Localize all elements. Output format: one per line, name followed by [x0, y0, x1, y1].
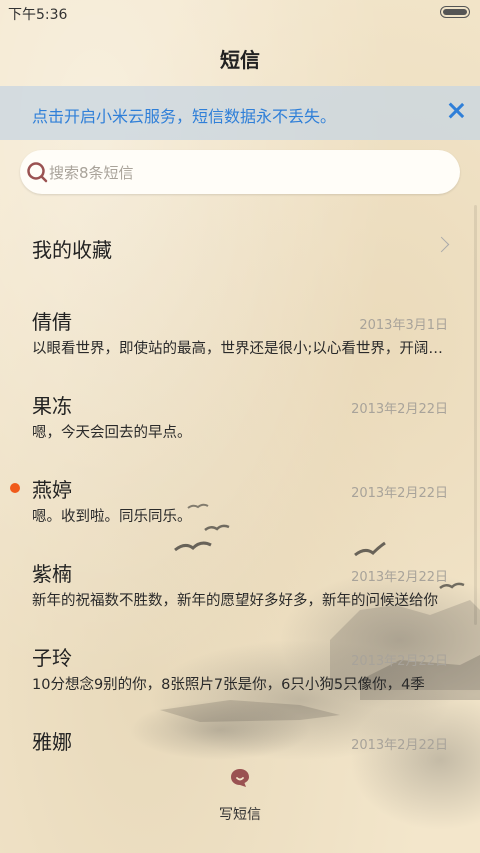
close-icon[interactable] [448, 102, 464, 118]
chevron-right-icon [433, 236, 450, 253]
conversation-item[interactable]: 果冻 2013年2月22日 嗯，今天会回去的早点。 [0, 384, 480, 468]
cloud-service-banner[interactable]: 点击开启小米云服务，短信数据永不丢失。 [0, 86, 480, 140]
message-preview: 新年的祝福数不胜数，新年的愿望好多好多，新年的问候送给你 [32, 593, 438, 609]
message-preview: 嗯，今天会回去的早点。 [32, 425, 192, 441]
banner-text[interactable]: 点击开启小米云服务，短信数据永不丢失。 [32, 103, 336, 127]
message-preview: 嗯。收到啦。同乐同乐。 [32, 509, 192, 525]
battery-icon [440, 6, 470, 18]
contact-name: 燕婷 [32, 478, 72, 502]
compose-message-icon [231, 769, 249, 787]
message-date: 2013年2月22日 [351, 654, 448, 669]
status-time: 下午5:36 [8, 7, 68, 23]
contact-name: 紫楠 [32, 562, 72, 586]
contact-name: 果冻 [32, 394, 72, 418]
search-placeholder: 搜索8条短信 [49, 164, 134, 182]
message-preview: 10分想念9别的你，8张照片7张是你，6只小狗5只像你，4季 [32, 677, 425, 693]
conversation-item[interactable]: 燕婷 2013年2月22日 嗯。收到啦。同乐同乐。 [0, 468, 480, 552]
message-preview: 以眼看世界，即使站的最高，世界还是很小;以心看世界，开阔心胸 [32, 341, 448, 357]
page-title: 短信 [220, 48, 260, 72]
message-date: 2013年2月22日 [351, 402, 448, 417]
contact-name: 倩倩 [32, 310, 72, 334]
search-icon [27, 162, 48, 183]
contact-name: 子玲 [32, 646, 72, 670]
favorites-label: 我的收藏 [32, 238, 112, 262]
conversation-item[interactable]: 紫楠 2013年2月22日 新年的祝福数不胜数，新年的愿望好多好多，新年的问候送… [0, 552, 480, 636]
contact-name: 雅娜 [32, 730, 72, 754]
conversation-item[interactable]: 倩倩 2013年3月1日 以眼看世界，即使站的最高，世界还是很小;以心看世界，开… [0, 300, 480, 384]
message-date: 2013年2月22日 [351, 486, 448, 501]
message-date: 2013年3月1日 [359, 318, 448, 333]
compose-button[interactable]: 写短信 [200, 766, 280, 836]
favorites-item[interactable]: 我的收藏 [0, 220, 480, 276]
conversation-item[interactable]: 子玲 2013年2月22日 10分想念9别的你，8张照片7张是你，6只小狗5只像… [0, 636, 480, 720]
conversation-list: 倩倩 2013年3月1日 以眼看世界，即使站的最高，世界还是很小;以心看世界，开… [0, 300, 480, 804]
search-input[interactable]: 搜索8条短信 [20, 150, 460, 194]
unread-dot-icon [10, 483, 20, 493]
message-date: 2013年2月22日 [351, 570, 448, 585]
message-date: 2013年2月22日 [351, 738, 448, 753]
compose-label: 写短信 [219, 807, 261, 823]
status-bar: 下午5:36 [0, 0, 480, 26]
scrollbar[interactable] [474, 205, 477, 625]
